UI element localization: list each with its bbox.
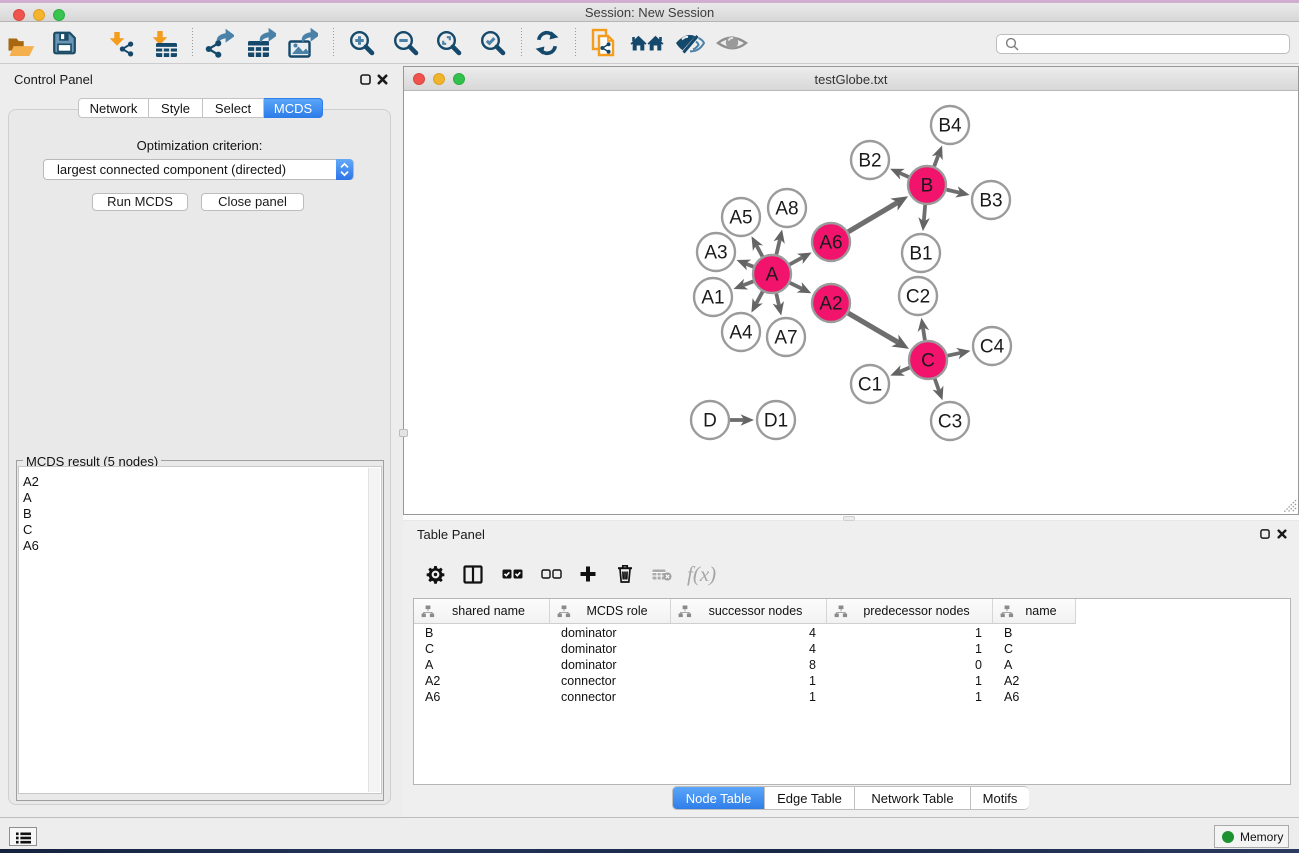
svg-text:B2: B2 bbox=[858, 151, 881, 172]
svg-text:A2: A2 bbox=[819, 294, 842, 315]
svg-text:A5: A5 bbox=[729, 208, 752, 229]
svg-text:A8: A8 bbox=[775, 199, 798, 220]
svg-text:A6: A6 bbox=[819, 233, 842, 254]
svg-text:B1: B1 bbox=[909, 244, 932, 265]
svg-text:D1: D1 bbox=[764, 411, 788, 432]
svg-text:B: B bbox=[921, 176, 934, 197]
svg-text:C1: C1 bbox=[858, 375, 882, 396]
svg-text:A1: A1 bbox=[701, 288, 724, 309]
svg-text:D: D bbox=[703, 411, 717, 432]
svg-text:C2: C2 bbox=[906, 287, 930, 308]
svg-text:C4: C4 bbox=[980, 337, 1005, 358]
svg-text:A7: A7 bbox=[774, 328, 797, 349]
svg-text:B4: B4 bbox=[938, 116, 962, 137]
svg-text:A4: A4 bbox=[729, 323, 753, 344]
svg-text:A: A bbox=[766, 265, 779, 286]
svg-text:A3: A3 bbox=[704, 243, 727, 264]
svg-text:C: C bbox=[921, 351, 935, 372]
svg-text:C3: C3 bbox=[938, 412, 962, 433]
svg-text:B3: B3 bbox=[979, 191, 1002, 212]
